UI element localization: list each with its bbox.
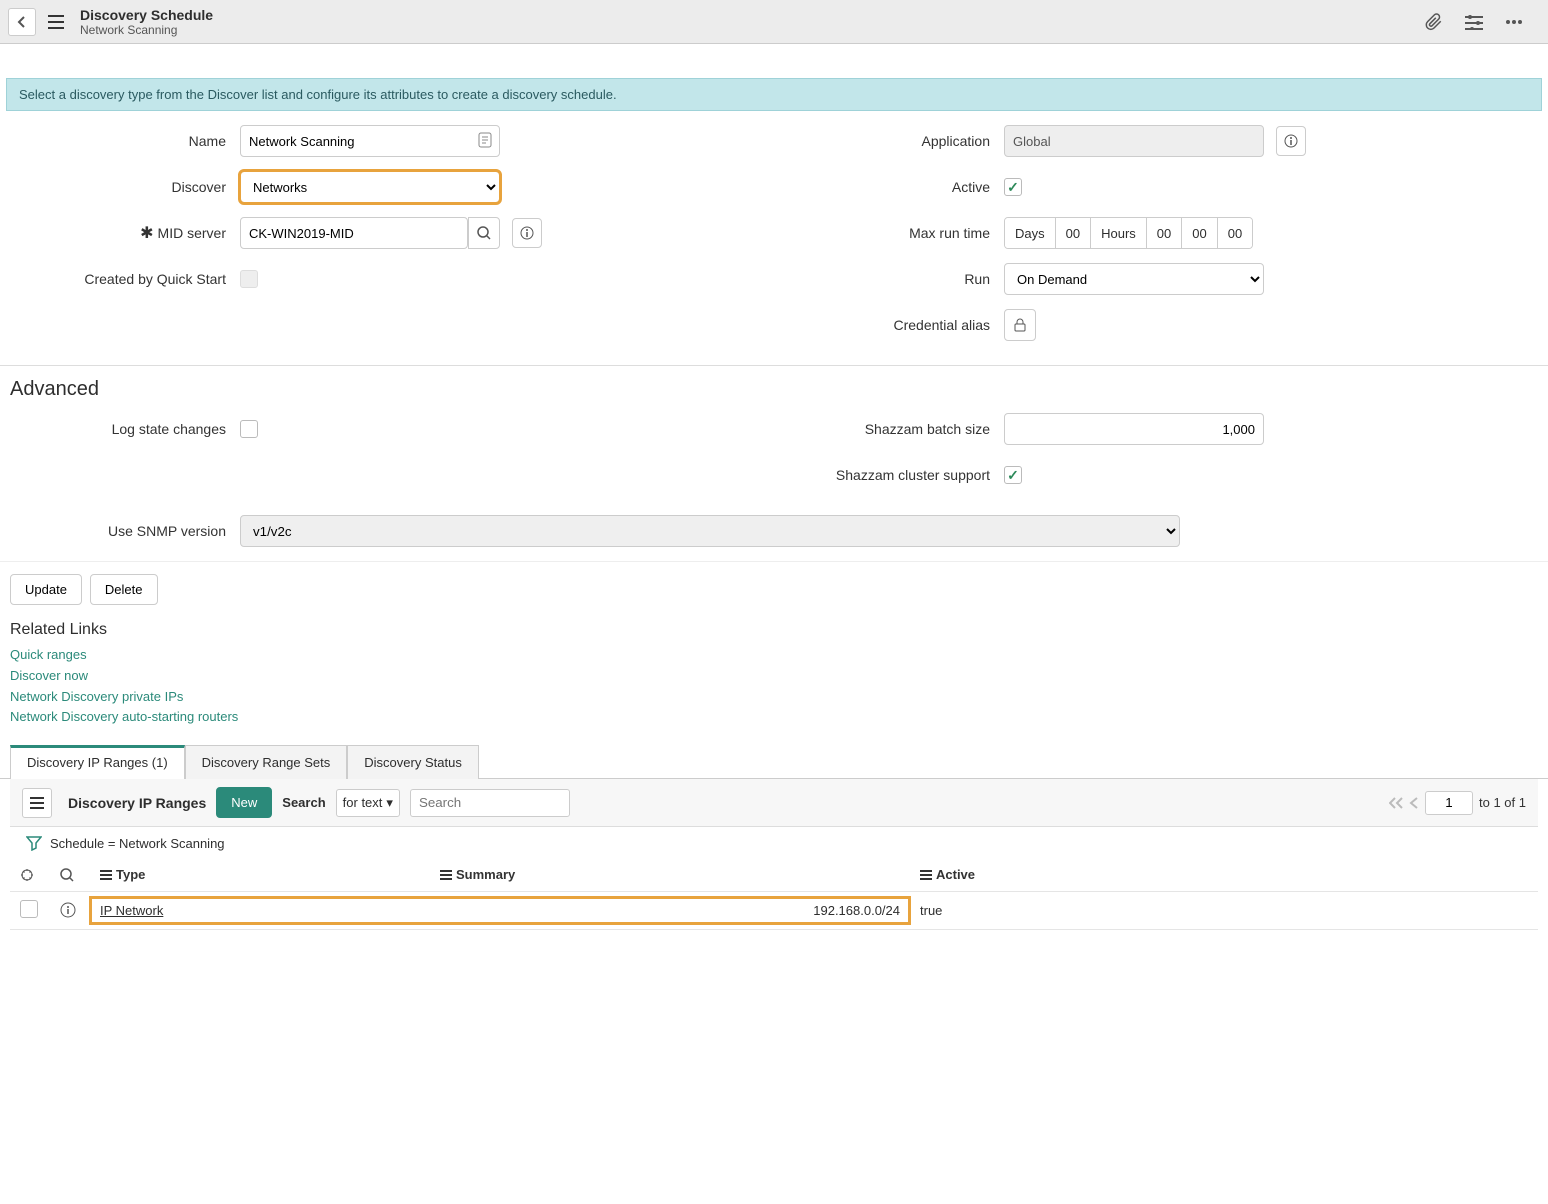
pager-text: to 1 of 1: [1479, 795, 1526, 810]
run-select[interactable]: On Demand: [1004, 263, 1264, 295]
label-active: Active: [774, 179, 1004, 195]
column-header-type[interactable]: Type: [90, 859, 430, 891]
page-subtitle: Network Scanning: [80, 23, 213, 37]
delete-button[interactable]: Delete: [90, 574, 158, 605]
column-search-icon[interactable]: [50, 859, 90, 891]
chevron-down-icon: ▾: [386, 795, 393, 811]
row-summary: 192.168.0.0/24: [813, 903, 900, 918]
attachment-icon[interactable]: [1420, 8, 1448, 36]
mid-server-lookup-button[interactable]: [468, 217, 500, 249]
label-discover: Discover: [10, 179, 240, 195]
name-input[interactable]: [240, 125, 500, 157]
max-run-time-input[interactable]: Days 00 Hours 00 00 00: [1004, 217, 1253, 249]
label-max-run-time: Max run time: [774, 225, 1004, 241]
list-search-input[interactable]: [410, 789, 570, 817]
list-table: Type Summary Active IP Network 192.168.0…: [10, 859, 1538, 930]
personalize-column-icon[interactable]: [10, 859, 50, 891]
tab-ip-ranges[interactable]: Discovery IP Ranges (1): [10, 745, 185, 779]
label-shazzam-batch: Shazzam batch size: [774, 421, 1004, 437]
label-name: Name: [10, 133, 240, 149]
label-credential-alias: Credential alias: [774, 317, 1004, 333]
mid-server-info-button[interactable]: [512, 218, 542, 248]
pager-prev-icon[interactable]: [1409, 797, 1419, 809]
search-label: Search: [282, 795, 325, 810]
label-mid-server: ✱MID server: [10, 223, 240, 243]
advanced-section: Log state changes Shazzam batch size Sha…: [0, 407, 1548, 562]
list-pager: to 1 of 1: [1389, 791, 1526, 815]
suggestion-icon[interactable]: [478, 132, 492, 148]
search-mode-select[interactable]: for text ▾: [336, 789, 400, 817]
new-button[interactable]: New: [216, 787, 272, 818]
label-shazzam-cluster: Shazzam cluster support: [774, 467, 1004, 483]
settings-sliders-icon[interactable]: [1460, 8, 1488, 36]
label-log-state: Log state changes: [10, 421, 240, 437]
filter-icon[interactable]: [26, 835, 42, 851]
label-application: Application: [774, 133, 1004, 149]
log-state-checkbox[interactable]: [240, 420, 258, 438]
related-link-quick-ranges[interactable]: Quick ranges: [10, 645, 1538, 666]
mid-server-input[interactable]: [240, 217, 468, 249]
related-links-heading: Related Links: [0, 617, 1548, 643]
tab-status[interactable]: Discovery Status: [347, 745, 479, 779]
label-quick-start: Created by Quick Start: [10, 271, 240, 287]
form-buttons: Update Delete: [0, 562, 1548, 617]
row-info-button[interactable]: [50, 891, 90, 929]
form-main: Name Discover Networks ✱MID server: [0, 117, 1548, 366]
table-row: IP Network 192.168.0.0/24 true: [10, 891, 1538, 929]
page-header: Discovery Schedule Network Scanning: [0, 0, 1548, 44]
header-title-block: Discovery Schedule Network Scanning: [80, 7, 213, 37]
row-type-link[interactable]: IP Network: [100, 903, 163, 918]
related-link-private-ips[interactable]: Network Discovery private IPs: [10, 687, 1538, 708]
active-checkbox[interactable]: [1004, 178, 1022, 196]
application-field: Global: [1004, 125, 1264, 157]
filter-breadcrumb[interactable]: Schedule = Network Scanning: [50, 836, 225, 851]
application-info-button[interactable]: [1276, 126, 1306, 156]
snmp-select[interactable]: v1/v2c: [240, 515, 1180, 547]
page-title: Discovery Schedule: [80, 7, 213, 23]
list-toolbar: Discovery IP Ranges New Search for text …: [10, 779, 1538, 827]
back-button[interactable]: [8, 8, 36, 36]
tab-range-sets[interactable]: Discovery Range Sets: [185, 745, 348, 779]
required-icon: ✱: [140, 223, 153, 243]
row-select-checkbox[interactable]: [20, 900, 38, 918]
quick-start-checkbox: [240, 270, 258, 288]
credential-alias-unlock-button[interactable]: [1004, 309, 1036, 341]
related-link-auto-routers[interactable]: Network Discovery auto-starting routers: [10, 707, 1538, 728]
list-title: Discovery IP Ranges: [68, 795, 206, 811]
menu-icon[interactable]: [42, 8, 70, 36]
related-link-discover-now[interactable]: Discover now: [10, 666, 1538, 687]
more-icon[interactable]: [1500, 8, 1528, 36]
list-filter-bar: Schedule = Network Scanning: [10, 827, 1538, 859]
row-active: true: [920, 903, 942, 918]
shazzam-batch-input[interactable]: [1004, 413, 1264, 445]
pager-page-input[interactable]: [1425, 791, 1473, 815]
pager-first-icon[interactable]: [1389, 797, 1403, 809]
list-menu-icon[interactable]: [22, 788, 52, 818]
info-banner: Select a discovery type from the Discove…: [6, 78, 1542, 111]
label-snmp: Use SNMP version: [10, 523, 240, 539]
related-list-tabs: Discovery IP Ranges (1) Discovery Range …: [0, 744, 1548, 779]
advanced-heading: Advanced: [0, 366, 1548, 407]
column-header-active[interactable]: Active: [910, 859, 1538, 891]
shazzam-cluster-checkbox[interactable]: [1004, 466, 1022, 484]
discover-select[interactable]: Networks: [240, 171, 500, 203]
column-header-summary[interactable]: Summary: [430, 859, 910, 891]
label-run: Run: [774, 271, 1004, 287]
update-button[interactable]: Update: [10, 574, 82, 605]
header-actions: [1420, 8, 1540, 36]
related-links: Quick ranges Discover now Network Discov…: [0, 643, 1548, 744]
